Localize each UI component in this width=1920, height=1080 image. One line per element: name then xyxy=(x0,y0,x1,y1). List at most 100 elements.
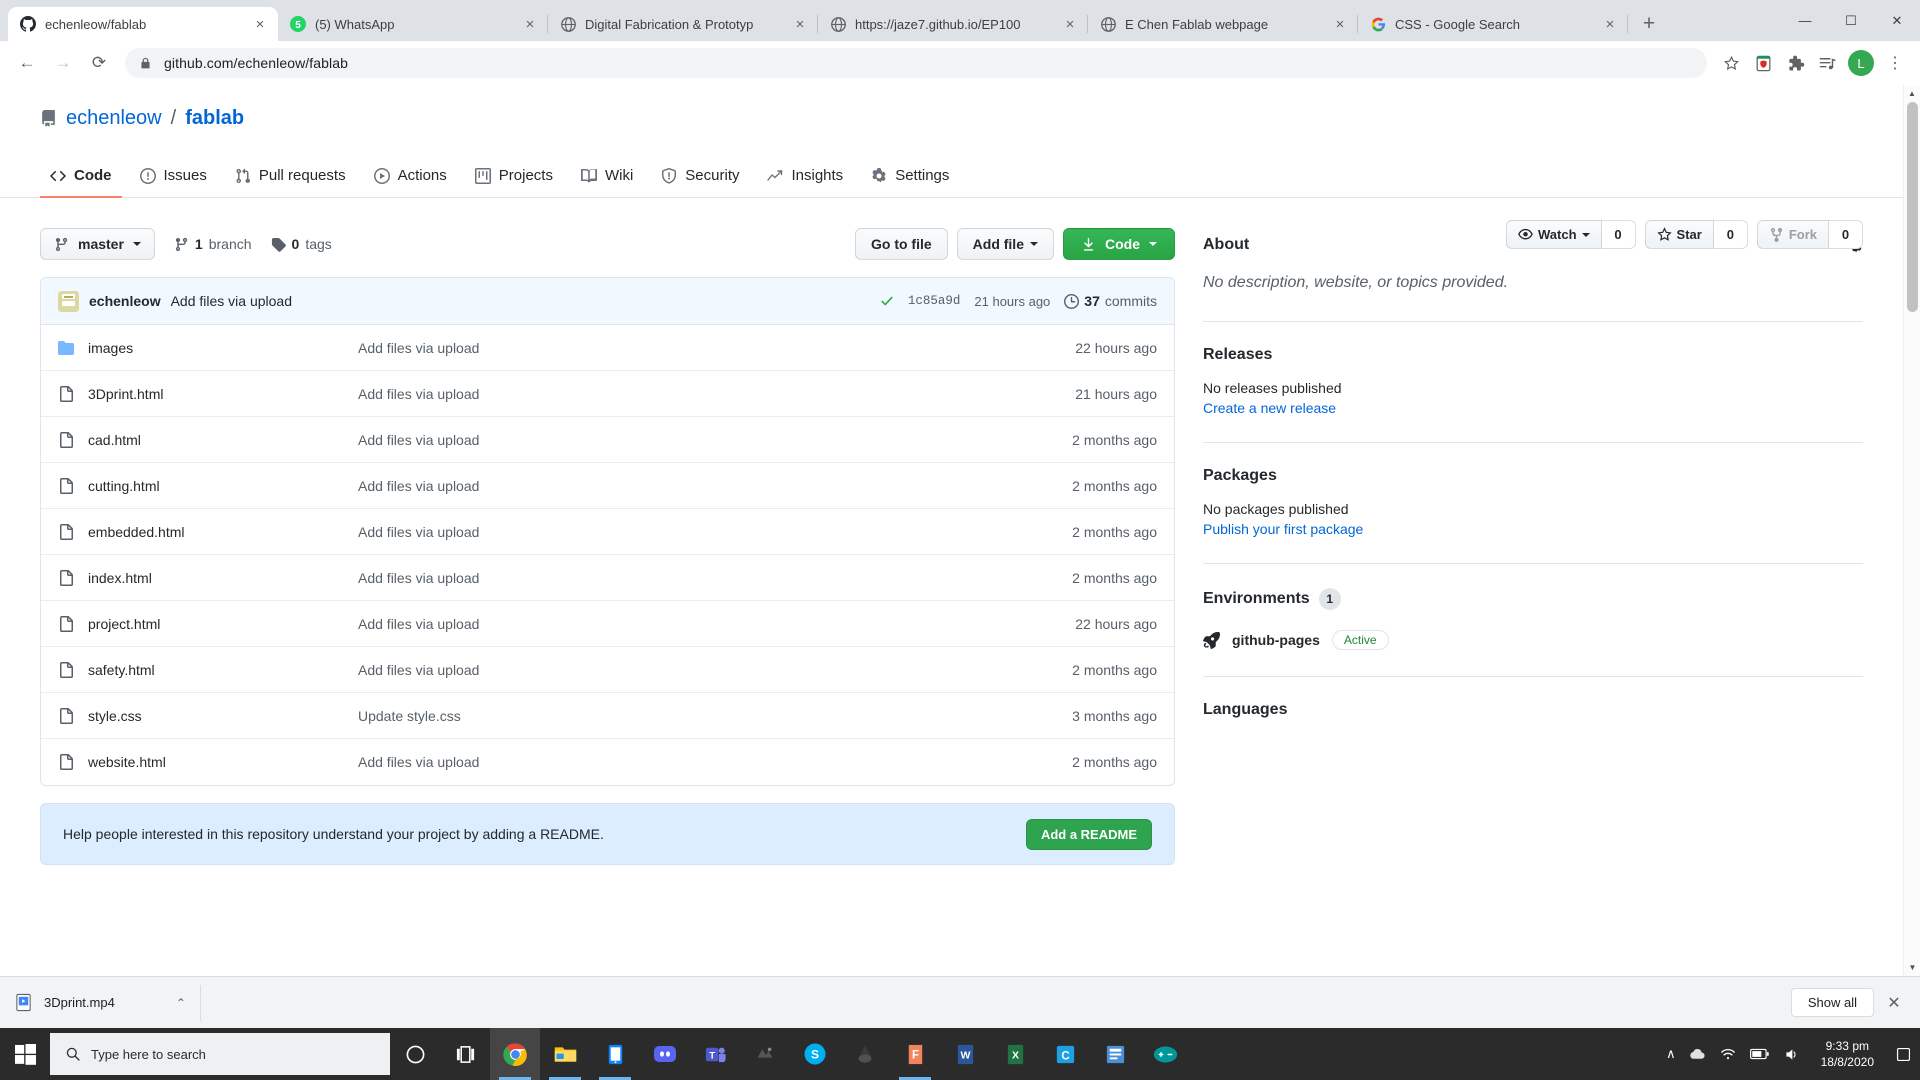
fusion360-icon[interactable] xyxy=(740,1028,790,1080)
table-row[interactable]: safety.html Add files via upload 2 month… xyxy=(41,647,1174,693)
back-button[interactable]: ← xyxy=(10,46,44,80)
table-row[interactable]: 3Dprint.html Add files via upload 21 hou… xyxy=(41,371,1174,417)
task-view-icon[interactable] xyxy=(440,1028,490,1080)
maximize-button[interactable]: ☐ xyxy=(1828,4,1874,38)
file-name[interactable]: website.html xyxy=(88,754,358,770)
table-row[interactable]: embedded.html Add files via upload 2 mon… xyxy=(41,509,1174,555)
tab-close-icon[interactable]: × xyxy=(1602,16,1618,32)
scroll-up-arrow[interactable]: ▲ xyxy=(1904,85,1920,102)
environment-name[interactable]: github-pages xyxy=(1232,632,1320,648)
file-commit-message[interactable]: Add files via upload xyxy=(358,662,1072,678)
phone-link-icon[interactable] xyxy=(590,1028,640,1080)
file-name[interactable]: cad.html xyxy=(88,432,358,448)
windows-icon[interactable] xyxy=(0,1028,50,1080)
table-row[interactable]: website.html Add files via upload 2 mont… xyxy=(41,739,1174,785)
repo-name-link[interactable]: fablab xyxy=(185,107,244,130)
add-readme-button[interactable]: Add a README xyxy=(1025,818,1152,850)
file-name[interactable]: style.css xyxy=(88,708,358,724)
cloud-icon[interactable] xyxy=(1689,1046,1706,1063)
close-window-button[interactable]: ✕ xyxy=(1874,4,1920,38)
repo-nav-code[interactable]: Code xyxy=(40,159,122,198)
table-row[interactable]: project.html Add files via upload 22 hou… xyxy=(41,601,1174,647)
tag-count[interactable]: 0 tags xyxy=(271,236,332,252)
publish-package-link[interactable]: Publish your first package xyxy=(1203,521,1863,537)
file-explorer-icon[interactable] xyxy=(540,1028,590,1080)
minimize-button[interactable]: — xyxy=(1782,4,1828,38)
commit-message[interactable]: Add files via upload xyxy=(171,293,292,309)
commit-author[interactable]: echenleow xyxy=(89,293,161,309)
table-row[interactable]: cutting.html Add files via upload 2 mont… xyxy=(41,463,1174,509)
repo-nav-issues[interactable]: Issues xyxy=(130,159,217,198)
add-file-button[interactable]: Add file xyxy=(956,228,1054,260)
browser-tab-2[interactable]: Digital Fabrication & Prototyp × xyxy=(548,7,818,41)
file-commit-message[interactable]: Add files via upload xyxy=(358,616,1075,632)
notification-icon[interactable] xyxy=(1895,1046,1912,1063)
repo-nav-insights[interactable]: Insights xyxy=(757,159,853,198)
volume-icon[interactable] xyxy=(1783,1046,1800,1063)
wifi-icon[interactable] xyxy=(1719,1045,1737,1063)
table-row[interactable]: cad.html Add files via upload 2 months a… xyxy=(41,417,1174,463)
file-commit-message[interactable]: Add files via upload xyxy=(358,524,1072,540)
file-commit-message[interactable]: Add files via upload xyxy=(358,386,1075,402)
chevron-up-icon[interactable]: ⌃ xyxy=(176,996,186,1010)
reload-button[interactable]: ⟳ xyxy=(82,46,116,80)
commits-count-link[interactable]: 37 commits xyxy=(1064,293,1157,309)
new-tab-button[interactable]: + xyxy=(1634,9,1664,39)
file-commit-message[interactable]: Add files via upload xyxy=(358,340,1075,356)
file-name[interactable]: embedded.html xyxy=(88,524,358,540)
repo-nav-projects[interactable]: Projects xyxy=(465,159,563,198)
commit-sha[interactable]: 1c85a9d xyxy=(908,294,961,308)
repo-nav-settings[interactable]: Settings xyxy=(861,159,959,198)
teams-icon[interactable]: T xyxy=(690,1028,740,1080)
file-commit-message[interactable]: Add files via upload xyxy=(358,754,1072,770)
skype-icon[interactable]: S xyxy=(790,1028,840,1080)
tab-close-icon[interactable]: × xyxy=(792,16,808,32)
browser-menu-button[interactable]: ⋮ xyxy=(1880,48,1910,78)
repo-owner-link[interactable]: echenleow xyxy=(66,107,162,130)
table-row[interactable]: style.css Update style.css 3 months ago xyxy=(41,693,1174,739)
environment-item[interactable]: github-pages Active xyxy=(1203,630,1863,650)
fritzing-icon[interactable]: F xyxy=(890,1028,940,1080)
file-name[interactable]: cutting.html xyxy=(88,478,358,494)
file-commit-message[interactable]: Add files via upload xyxy=(358,570,1072,586)
scroll-down-arrow[interactable]: ▼ xyxy=(1904,959,1920,976)
show-all-downloads-button[interactable]: Show all xyxy=(1790,988,1874,1017)
repo-nav-security[interactable]: Security xyxy=(651,159,749,198)
branch-count[interactable]: 1 branch xyxy=(174,236,252,252)
search-input[interactable]: Type here to search xyxy=(50,1033,390,1075)
word-icon[interactable]: W xyxy=(940,1028,990,1080)
file-commit-message[interactable]: Add files via upload xyxy=(358,478,1072,494)
tab-close-icon[interactable]: × xyxy=(252,16,268,32)
chevron-up-icon[interactable]: ∧ xyxy=(1666,1046,1676,1062)
repo-nav-pull-requests[interactable]: Pull requests xyxy=(225,159,356,198)
address-bar[interactable]: github.com/echenleow/fablab xyxy=(125,48,1707,78)
browser-tab-4[interactable]: E Chen Fablab webpage × xyxy=(1088,7,1358,41)
repo-nav-actions[interactable]: Actions xyxy=(364,159,457,198)
file-name[interactable]: safety.html xyxy=(88,662,358,678)
tab-close-icon[interactable]: × xyxy=(1062,16,1078,32)
star-count[interactable]: 0 xyxy=(1713,220,1748,249)
fork-button[interactable]: Fork xyxy=(1756,220,1829,249)
star-icon[interactable] xyxy=(1716,48,1746,78)
file-name[interactable]: project.html xyxy=(88,616,358,632)
branch-selector-button[interactable]: master xyxy=(40,228,155,260)
browser-tab-3[interactable]: https://jaze7.github.io/EP100 × xyxy=(818,7,1088,41)
tab-close-icon[interactable]: × xyxy=(522,16,538,32)
star-button[interactable]: Star xyxy=(1644,220,1714,249)
clock[interactable]: 9:33 pm 18/8/2020 xyxy=(1813,1038,1882,1070)
browser-tab-1[interactable]: 5 (5) WhatsApp × xyxy=(278,7,548,41)
create-release-link[interactable]: Create a new release xyxy=(1203,400,1863,416)
go-to-file-button[interactable]: Go to file xyxy=(854,228,948,260)
cura-icon[interactable]: C xyxy=(1040,1028,1090,1080)
watch-button[interactable]: Watch xyxy=(1506,220,1602,249)
file-commit-message[interactable]: Update style.css xyxy=(358,708,1072,724)
forward-button[interactable]: → xyxy=(46,46,80,80)
code-download-button[interactable]: Code xyxy=(1063,228,1175,260)
puzzle-extension-icon[interactable] xyxy=(1780,48,1810,78)
browser-tab-5[interactable]: CSS - Google Search × xyxy=(1358,7,1628,41)
avatar[interactable]: L xyxy=(1848,50,1874,76)
file-name[interactable]: images xyxy=(88,340,358,356)
excel-icon[interactable]: X xyxy=(990,1028,1040,1080)
file-name[interactable]: index.html xyxy=(88,570,358,586)
browser-tab-0[interactable]: echenleow/fablab × xyxy=(8,7,278,41)
